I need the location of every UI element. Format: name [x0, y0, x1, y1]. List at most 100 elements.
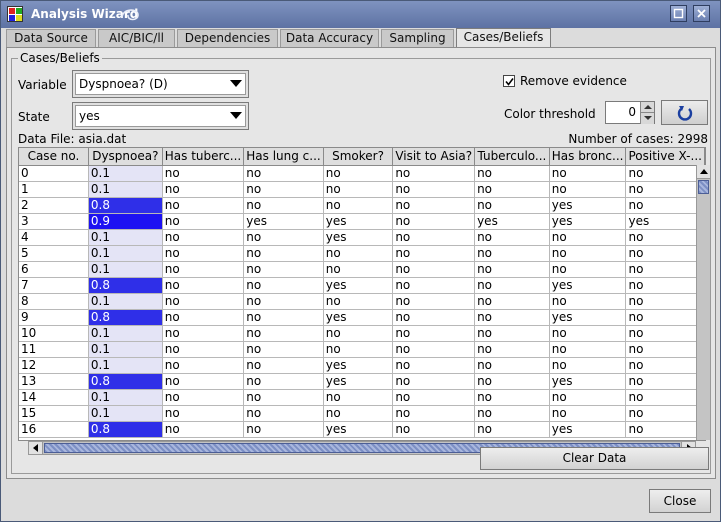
- variable-select[interactable]: Dyspnoea? (D): [72, 70, 249, 98]
- tab-sampling[interactable]: Sampling: [381, 29, 454, 47]
- table-cell[interactable]: no: [392, 341, 476, 358]
- table-cell[interactable]: no: [162, 405, 245, 422]
- tab-data-accuracy[interactable]: Data Accuracy: [280, 29, 379, 47]
- table-row[interactable]: 16 0.8 no no yes no no yes no: [19, 421, 705, 438]
- column-header[interactable]: Has tuberc...: [162, 148, 245, 166]
- table-row[interactable]: 10 0.1 no no no no no no no: [19, 325, 705, 342]
- table-cell[interactable]: no: [323, 341, 394, 358]
- table-cell[interactable]: 11: [19, 341, 89, 358]
- table-row[interactable]: 6 0.1 no no no no no no no: [19, 261, 705, 278]
- table-cell[interactable]: no: [243, 309, 324, 326]
- table-cell[interactable]: no: [625, 181, 705, 198]
- table-cell[interactable]: no: [549, 181, 627, 198]
- belief-cell[interactable]: 0.1: [88, 341, 163, 358]
- table-cell[interactable]: no: [392, 325, 476, 342]
- column-header[interactable]: Has bronc...: [549, 148, 627, 166]
- table-cell[interactable]: no: [474, 389, 550, 406]
- table-cell[interactable]: no: [474, 373, 550, 390]
- table-cell[interactable]: no: [392, 309, 476, 326]
- table-cell[interactable]: no: [323, 245, 394, 262]
- table-row[interactable]: 4 0.1 no no yes no no no no: [19, 229, 705, 246]
- table-cell[interactable]: no: [162, 261, 245, 278]
- table-cell[interactable]: 10: [19, 325, 89, 342]
- spinner-down-button[interactable]: [640, 113, 654, 124]
- table-cell[interactable]: yes: [323, 309, 394, 326]
- table-cell[interactable]: no: [392, 293, 476, 310]
- table-cell[interactable]: no: [625, 197, 705, 214]
- tab-cases-beliefs[interactable]: Cases/Beliefs: [456, 28, 551, 47]
- table-cell[interactable]: no: [549, 261, 627, 278]
- table-cell[interactable]: no: [474, 181, 550, 198]
- table-cell[interactable]: 16: [19, 421, 89, 438]
- belief-cell[interactable]: 0.8: [88, 197, 163, 214]
- table-cell[interactable]: no: [162, 245, 245, 262]
- vertical-scroll-thumb[interactable]: [698, 180, 709, 194]
- table-cell[interactable]: no: [625, 245, 705, 262]
- belief-cell[interactable]: 0.1: [88, 181, 163, 198]
- table-row[interactable]: 0 0.1 no no no no no no no: [19, 165, 705, 182]
- table-cell[interactable]: no: [162, 277, 245, 294]
- table-cell[interactable]: no: [243, 373, 324, 390]
- table-cell[interactable]: no: [243, 405, 324, 422]
- table-cell[interactable]: no: [243, 277, 324, 294]
- table-row[interactable]: 7 0.8 no no yes no no yes no: [19, 277, 705, 294]
- table-cell[interactable]: no: [162, 309, 245, 326]
- table-cell[interactable]: no: [549, 405, 627, 422]
- table-cell[interactable]: 12: [19, 357, 89, 374]
- table-cell[interactable]: 1: [19, 181, 89, 198]
- scroll-up-button[interactable]: [697, 165, 710, 179]
- table-cell[interactable]: no: [323, 325, 394, 342]
- table-row[interactable]: 2 0.8 no no no no no yes no: [19, 197, 705, 214]
- table-cell[interactable]: no: [474, 245, 550, 262]
- table-cell[interactable]: yes: [549, 277, 627, 294]
- table-cell[interactable]: no: [392, 261, 476, 278]
- table-cell[interactable]: no: [392, 373, 476, 390]
- table-cell[interactable]: no: [625, 293, 705, 310]
- table-cell[interactable]: 6: [19, 261, 89, 278]
- table-row[interactable]: 11 0.1 no no no no no no no: [19, 341, 705, 358]
- belief-cell[interactable]: 0.8: [88, 421, 163, 438]
- table-cell[interactable]: no: [474, 293, 550, 310]
- table-row[interactable]: 8 0.1 no no no no no no no: [19, 293, 705, 310]
- tab-aic-bic-ll[interactable]: AIC/BIC/ll: [98, 29, 175, 47]
- table-cell[interactable]: 3: [19, 213, 89, 230]
- table-cell[interactable]: no: [243, 197, 324, 214]
- table-cell[interactable]: no: [549, 341, 627, 358]
- table-cell[interactable]: 7: [19, 277, 89, 294]
- table-cell[interactable]: no: [625, 309, 705, 326]
- table-cell[interactable]: no: [162, 373, 245, 390]
- belief-cell[interactable]: 0.8: [88, 309, 163, 326]
- table-cell[interactable]: no: [474, 405, 550, 422]
- table-cell[interactable]: no: [162, 389, 245, 406]
- table-cell[interactable]: no: [392, 421, 476, 438]
- table-cell[interactable]: no: [625, 229, 705, 246]
- table-cell[interactable]: no: [162, 165, 245, 182]
- tab-dependencies[interactable]: Dependencies: [177, 29, 278, 47]
- table-cell[interactable]: no: [162, 325, 245, 342]
- table-cell[interactable]: no: [243, 389, 324, 406]
- table-row[interactable]: 5 0.1 no no no no no no no: [19, 245, 705, 262]
- table-cell[interactable]: yes: [323, 373, 394, 390]
- belief-cell[interactable]: 0.9: [88, 213, 163, 230]
- table-cell[interactable]: no: [162, 197, 245, 214]
- table-cell[interactable]: yes: [549, 213, 627, 230]
- table-cell[interactable]: no: [392, 389, 476, 406]
- tab-data-source[interactable]: Data Source: [6, 29, 96, 47]
- belief-cell[interactable]: 0.1: [88, 293, 163, 310]
- color-threshold-spinner[interactable]: 0: [605, 101, 655, 124]
- table-cell[interactable]: no: [474, 357, 550, 374]
- table-row[interactable]: 14 0.1 no no no no no no no: [19, 389, 705, 406]
- table-cell[interactable]: no: [474, 421, 550, 438]
- table-cell[interactable]: no: [474, 277, 550, 294]
- table-cell[interactable]: no: [323, 197, 394, 214]
- table-cell[interactable]: no: [243, 421, 324, 438]
- state-select[interactable]: yes: [72, 102, 249, 130]
- table-cell[interactable]: no: [549, 389, 627, 406]
- table-cell[interactable]: no: [243, 293, 324, 310]
- table-cell[interactable]: no: [243, 261, 324, 278]
- table-cell[interactable]: no: [162, 229, 245, 246]
- table-cell[interactable]: 9: [19, 309, 89, 326]
- table-cell[interactable]: no: [549, 165, 627, 182]
- table-cell[interactable]: no: [162, 357, 245, 374]
- table-cell[interactable]: no: [392, 181, 476, 198]
